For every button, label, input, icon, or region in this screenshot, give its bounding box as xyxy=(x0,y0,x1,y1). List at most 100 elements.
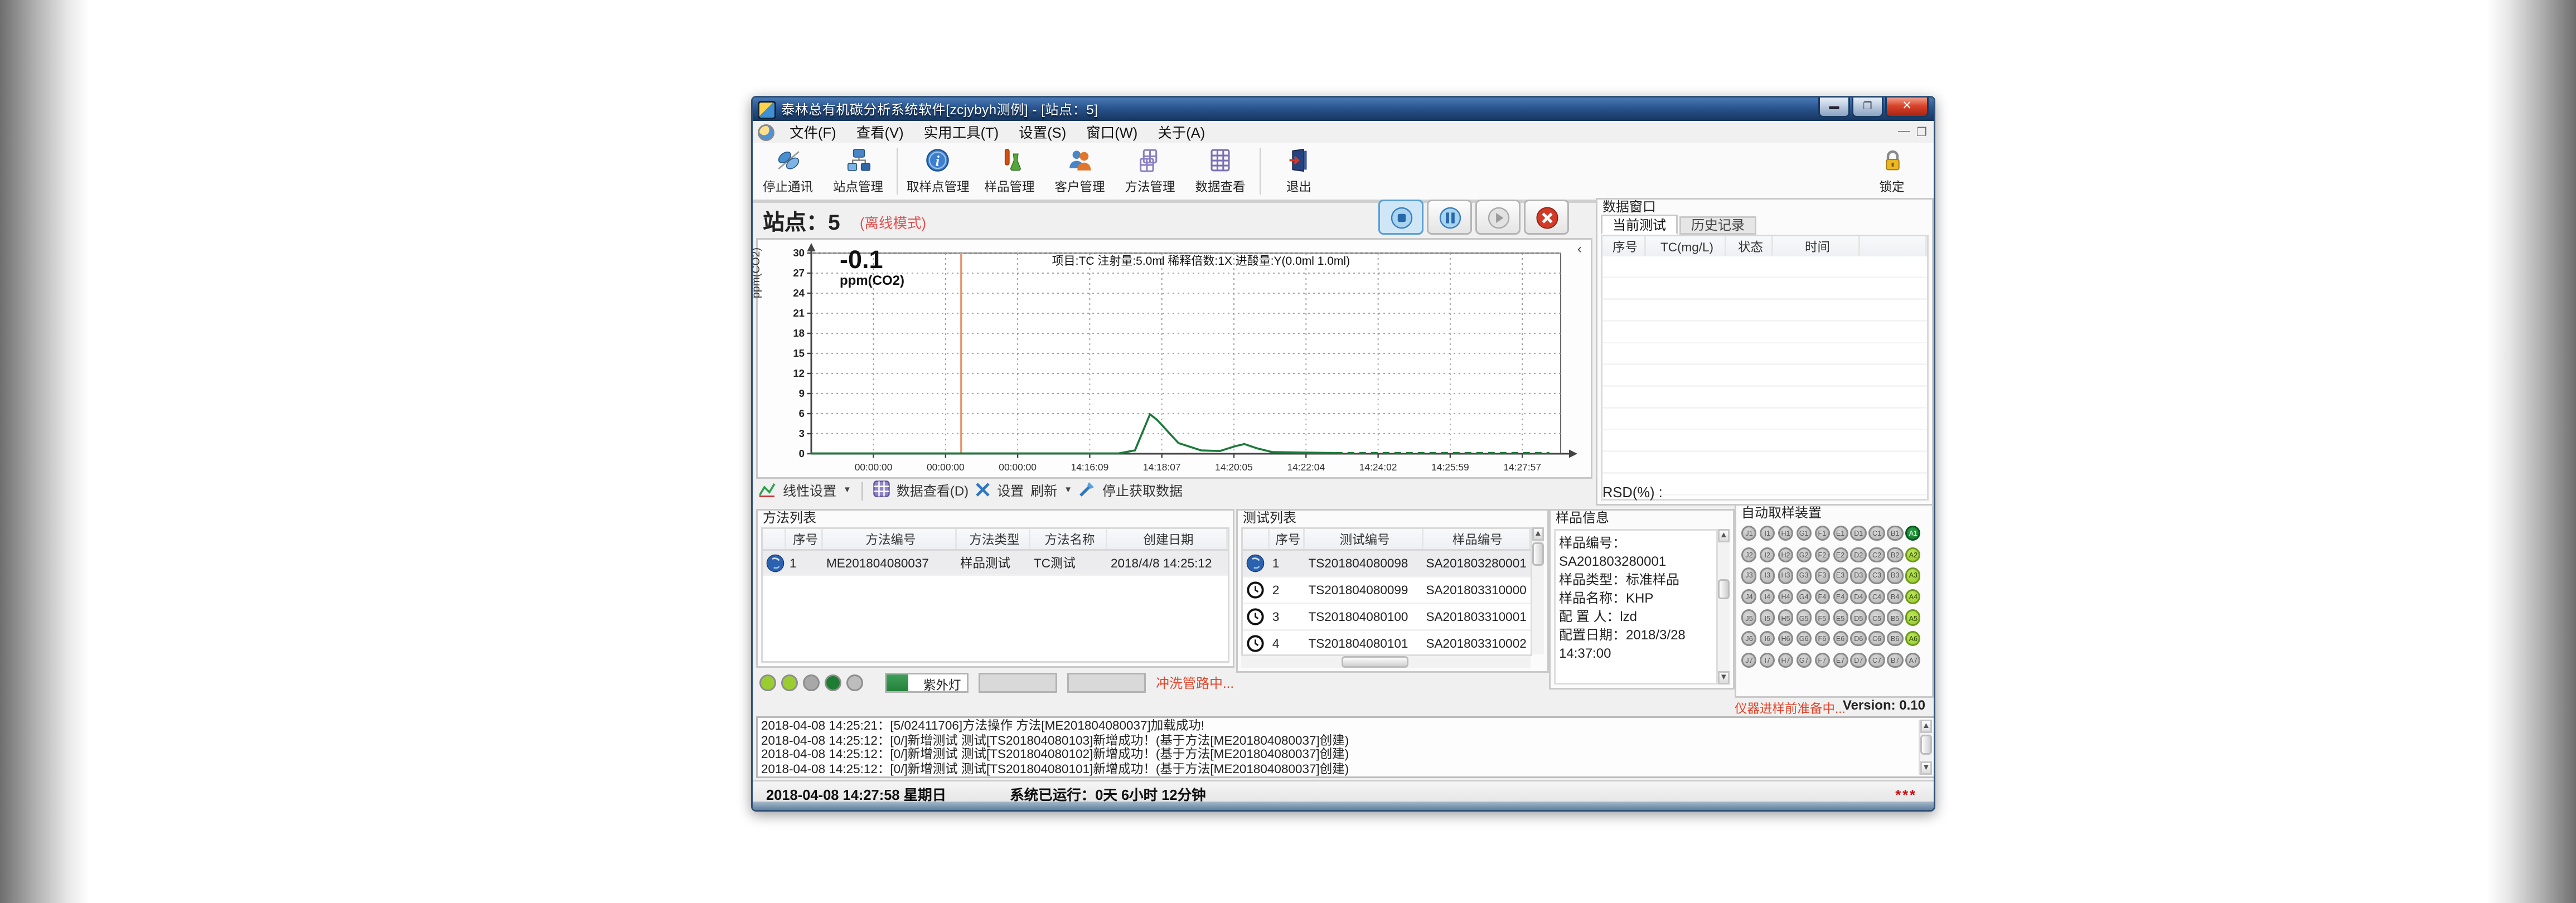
tab-历史记录[interactable]: 历史记录 xyxy=(1679,216,1756,235)
well-H2[interactable]: H2 xyxy=(1778,547,1793,562)
well-F1[interactable]: F1 xyxy=(1814,526,1830,541)
well-G5[interactable]: G5 xyxy=(1796,610,1812,625)
stop-fetch-button[interactable]: 停止获取数据 xyxy=(1102,482,1183,500)
scroll-up-icon[interactable]: ▲ xyxy=(1718,529,1730,542)
well-F6[interactable]: F6 xyxy=(1814,631,1830,647)
test-list-vscrollbar[interactable]: ▲ xyxy=(1531,527,1544,654)
tab-当前测试[interactable]: 当前测试 xyxy=(1601,215,1678,235)
well-C1[interactable]: C1 xyxy=(1869,526,1885,541)
well-B7[interactable]: B7 xyxy=(1887,652,1903,668)
test-row[interactable]: 2TS201804080099SA201803310000 xyxy=(1243,577,1531,604)
sample-info-vscrollbar[interactable]: ▲ ▼ xyxy=(1716,529,1730,684)
well-J5[interactable]: J5 xyxy=(1741,610,1757,625)
method-row[interactable]: 1ME201804080037样品测试TC测试2018/4/8 14:25:12 xyxy=(763,551,1228,576)
well-D1[interactable]: D1 xyxy=(1851,526,1866,541)
menu-item-2[interactable]: 实用工具(T) xyxy=(914,121,1009,143)
test-row[interactable]: 4TS201804080101SA201803310002 xyxy=(1243,631,1531,656)
well-E6[interactable]: E6 xyxy=(1833,631,1848,647)
chart-settings-button[interactable]: 设置 xyxy=(997,482,1024,500)
well-H4[interactable]: H4 xyxy=(1778,589,1793,604)
well-B6[interactable]: B6 xyxy=(1887,631,1903,647)
menu-item-1[interactable]: 查看(V) xyxy=(846,121,914,143)
well-I3[interactable]: I3 xyxy=(1760,568,1775,584)
well-G6[interactable]: G6 xyxy=(1796,631,1812,647)
well-D3[interactable]: D3 xyxy=(1851,568,1866,584)
linear-settings-button[interactable]: 线性设置 xyxy=(783,482,836,500)
scroll-down-icon[interactable]: ▼ xyxy=(1718,671,1730,684)
well-A7[interactable]: A7 xyxy=(1905,652,1921,668)
well-G1[interactable]: G1 xyxy=(1796,526,1812,541)
title-bar[interactable]: 泰林总有机碳分析系统软件[zcjybyh测例] - [站点：5] ▬ ❐ ✕ xyxy=(753,98,1934,121)
stop-button[interactable] xyxy=(1378,200,1423,235)
mdi-child-control-1[interactable]: ❐ xyxy=(1916,125,1927,139)
well-B2[interactable]: B2 xyxy=(1887,547,1903,562)
well-C4[interactable]: C4 xyxy=(1869,589,1885,604)
well-D4[interactable]: D4 xyxy=(1851,589,1866,604)
well-J4[interactable]: J4 xyxy=(1741,589,1757,604)
menu-item-4[interactable]: 窗口(W) xyxy=(1076,121,1147,143)
well-D5[interactable]: D5 xyxy=(1851,610,1866,625)
well-E2[interactable]: E2 xyxy=(1833,547,1848,562)
well-C7[interactable]: C7 xyxy=(1869,652,1885,668)
test-row[interactable]: 3TS201804080100SA201803310001 xyxy=(1243,604,1531,631)
well-J7[interactable]: J7 xyxy=(1741,652,1757,668)
well-I6[interactable]: I6 xyxy=(1760,631,1775,647)
lock-button[interactable]: 锁定 xyxy=(1857,143,1927,198)
maximize-button[interactable]: ❐ xyxy=(1852,98,1883,118)
well-I1[interactable]: I1 xyxy=(1760,526,1775,541)
well-I7[interactable]: I7 xyxy=(1760,652,1775,668)
well-F2[interactable]: F2 xyxy=(1814,547,1830,562)
test-list-hscrollbar[interactable] xyxy=(1241,654,1531,668)
well-F3[interactable]: F3 xyxy=(1814,568,1830,584)
scroll-up-icon[interactable]: ▲ xyxy=(1532,527,1544,541)
well-H7[interactable]: H7 xyxy=(1778,652,1793,668)
well-I4[interactable]: I4 xyxy=(1760,589,1775,604)
well-E4[interactable]: E4 xyxy=(1833,589,1848,604)
well-F5[interactable]: F5 xyxy=(1814,610,1830,625)
mdi-child-control-0[interactable]: — xyxy=(1898,126,1910,138)
chart-refresh-button[interactable]: 刷新 xyxy=(1030,482,1057,500)
refresh-caret-icon[interactable]: ▼ xyxy=(1064,486,1072,496)
well-I5[interactable]: I5 xyxy=(1760,610,1775,625)
well-A6[interactable]: A6 xyxy=(1905,631,1921,647)
scroll-up-icon[interactable]: ▲ xyxy=(1920,720,1932,733)
well-G7[interactable]: G7 xyxy=(1796,652,1812,668)
well-C2[interactable]: C2 xyxy=(1869,547,1885,562)
well-J2[interactable]: J2 xyxy=(1741,547,1757,562)
well-G4[interactable]: G4 xyxy=(1796,589,1812,604)
well-E5[interactable]: E5 xyxy=(1833,610,1848,625)
well-C5[interactable]: C5 xyxy=(1869,610,1885,625)
well-H3[interactable]: H3 xyxy=(1778,568,1793,584)
menu-item-3[interactable]: 设置(S) xyxy=(1009,121,1076,143)
menu-item-0[interactable]: 文件(F) xyxy=(779,121,846,143)
pause-button[interactable] xyxy=(1427,200,1472,235)
well-D7[interactable]: D7 xyxy=(1851,652,1866,668)
chart-data-view-button[interactable]: 数据查看(D) xyxy=(897,482,969,500)
log-vscrollbar[interactable]: ▲ ▼ xyxy=(1919,720,1932,775)
linear-settings-caret-icon[interactable]: ▼ xyxy=(843,486,851,496)
well-A2[interactable]: A2 xyxy=(1905,547,1921,562)
well-G2[interactable]: G2 xyxy=(1796,547,1812,562)
well-B4[interactable]: B4 xyxy=(1887,589,1903,604)
test-row[interactable]: 1TS201804080098SA201803280001 xyxy=(1243,551,1531,577)
well-I2[interactable]: I2 xyxy=(1760,547,1775,562)
well-E7[interactable]: E7 xyxy=(1833,652,1848,668)
well-B1[interactable]: B1 xyxy=(1887,526,1903,541)
play-button[interactable] xyxy=(1475,200,1521,235)
well-A5[interactable]: A5 xyxy=(1905,610,1921,625)
abort-button[interactable] xyxy=(1524,200,1569,235)
toolbar-button-样品管理[interactable]: 样品管理 xyxy=(975,143,1045,200)
well-E1[interactable]: E1 xyxy=(1833,526,1848,541)
well-C3[interactable]: C3 xyxy=(1869,568,1885,584)
well-E3[interactable]: E3 xyxy=(1833,568,1848,584)
toolbar-button-取样点管理[interactable]: i取样点管理 xyxy=(902,143,975,200)
toolbar-button-站点管理[interactable]: 站点管理 xyxy=(823,143,893,200)
well-C6[interactable]: C6 xyxy=(1869,631,1885,647)
close-button[interactable]: ✕ xyxy=(1885,98,1929,118)
well-A1[interactable]: A1 xyxy=(1905,526,1921,541)
toolbar-button-数据查看[interactable]: 数据查看 xyxy=(1185,143,1256,200)
well-B5[interactable]: B5 xyxy=(1887,610,1903,625)
well-A3[interactable]: A3 xyxy=(1905,568,1921,584)
well-J1[interactable]: J1 xyxy=(1741,526,1757,541)
well-H1[interactable]: H1 xyxy=(1778,526,1793,541)
